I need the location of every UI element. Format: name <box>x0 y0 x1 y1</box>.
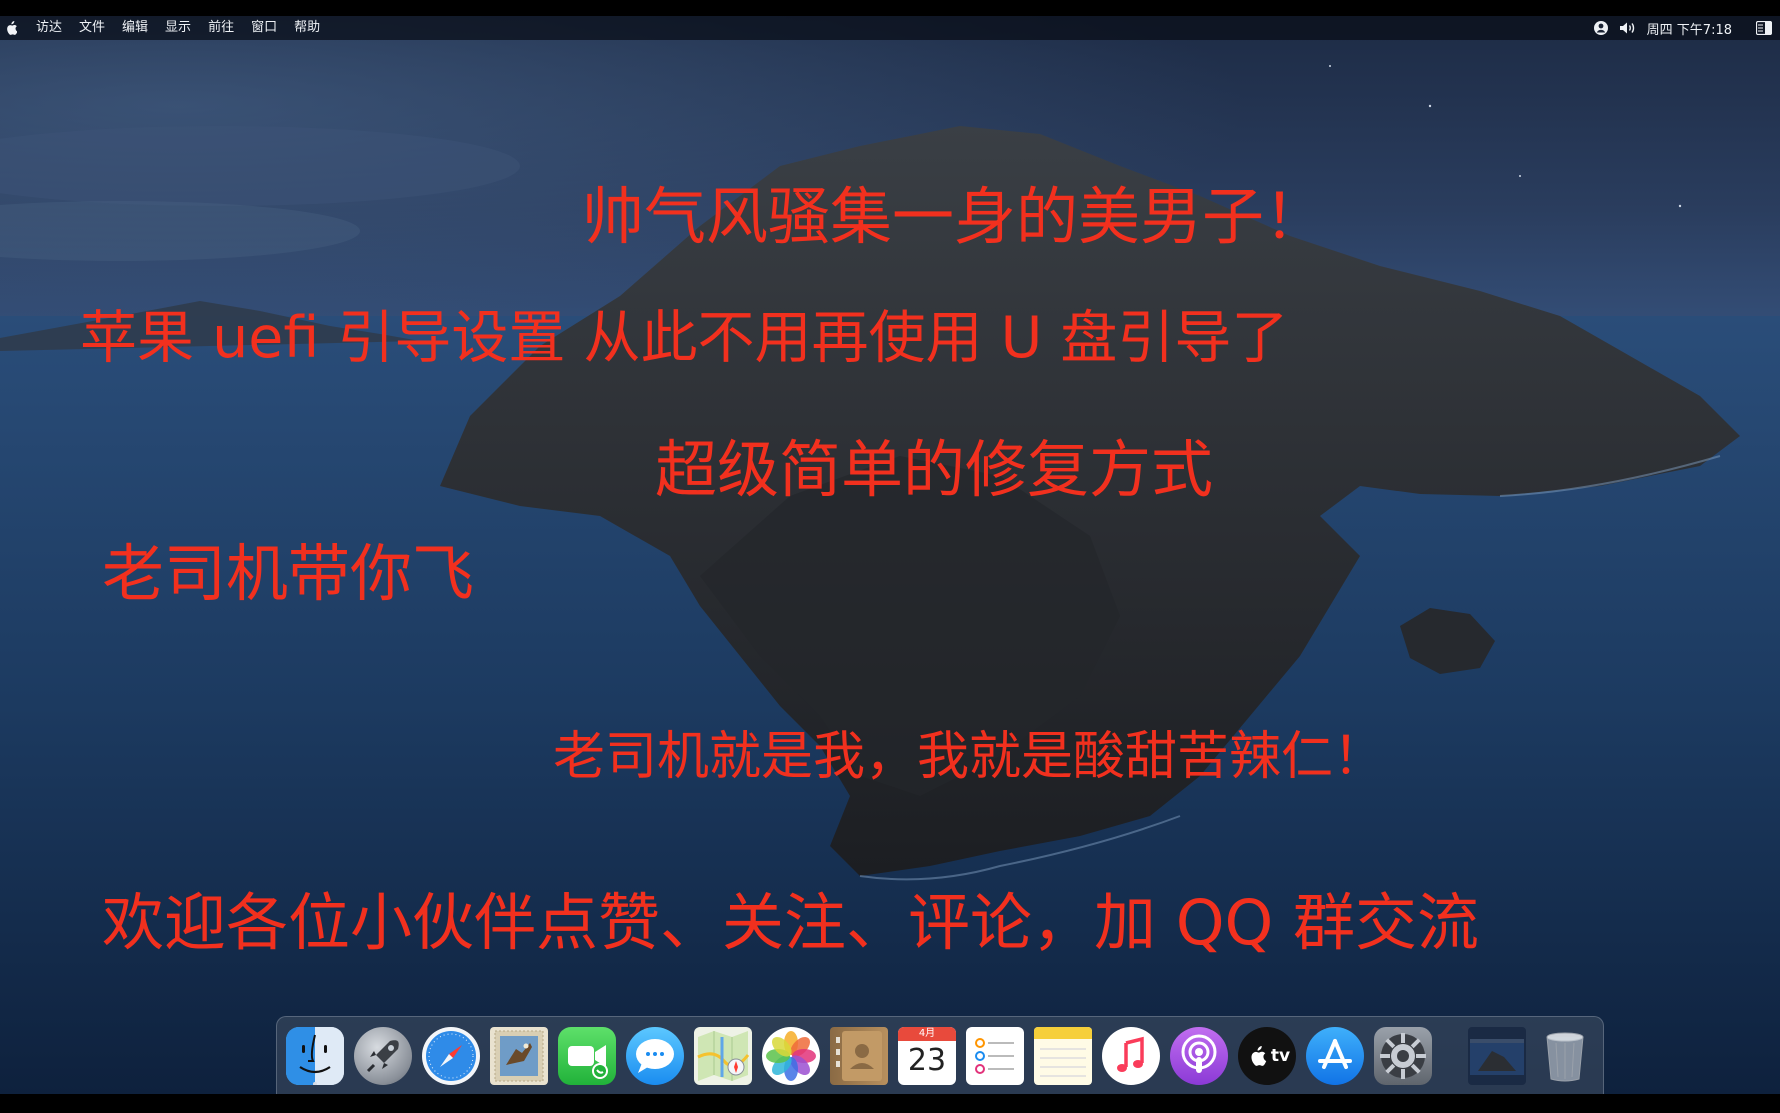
caption-line-4: 老司机带你飞 <box>102 537 475 610</box>
dock-facetime[interactable] <box>558 1026 616 1085</box>
map-icon <box>697 1030 750 1081</box>
dock-contacts[interactable] <box>830 1026 888 1085</box>
caption-line-6: 欢迎各位小伙伴点赞、关注、评论，加 QQ 群交流 <box>102 886 1480 959</box>
dock-finder[interactable] <box>286 1026 344 1085</box>
dock-photos[interactable] <box>762 1026 820 1085</box>
dock-desktop-thumbnail[interactable] <box>1468 1026 1526 1085</box>
dock-reminders[interactable] <box>966 1026 1024 1085</box>
dock-launchpad[interactable] <box>354 1026 412 1085</box>
dock-music[interactable] <box>1102 1026 1160 1085</box>
rocket-icon <box>366 1039 399 1072</box>
menu-help[interactable]: 帮助 <box>294 16 320 40</box>
caption-line-3: 超级简单的修复方式 <box>655 433 1214 506</box>
menu-finder[interactable]: 访达 <box>36 16 62 40</box>
dock-app-store[interactable] <box>1306 1026 1364 1085</box>
dock-notes[interactable] <box>1034 1026 1092 1085</box>
volume-icon[interactable] <box>1619 21 1637 35</box>
dock-calendar[interactable]: 4月 23 <box>898 1026 956 1085</box>
app-store-icon <box>1318 1038 1352 1069</box>
dock-apple-tv[interactable]: tv <box>1238 1026 1296 1085</box>
checklist-icon <box>975 1037 1014 1074</box>
user-switch-icon[interactable] <box>1593 20 1609 36</box>
dock-mail[interactable] <box>490 1026 548 1085</box>
dock-maps[interactable] <box>694 1026 752 1085</box>
notification-center-icon[interactable] <box>1756 21 1772 35</box>
menu-view[interactable]: 显示 <box>165 16 191 40</box>
dock-messages[interactable] <box>626 1026 684 1085</box>
screen: 访达 文件 编辑 显示 前往 窗口 帮助 周四 下午7:18 帅气风骚集一身的美… <box>0 0 1780 1113</box>
trash-icon <box>1546 1032 1584 1081</box>
dock-safari[interactable] <box>422 1026 480 1085</box>
eagle-stamp-icon <box>494 1030 544 1081</box>
running-indicator <box>313 1081 317 1085</box>
window-thumbnail-icon <box>1470 1038 1524 1075</box>
menu-window[interactable]: 窗口 <box>251 16 277 40</box>
menu-clock[interactable]: 周四 下午7:18 <box>1647 19 1732 38</box>
menu-extras: 周四 下午7:18 <box>1593 16 1780 40</box>
caption-line-5: 老司机就是我，我就是酸甜苦辣仁！ <box>553 727 1386 787</box>
dock-trash[interactable] <box>1536 1027 1594 1085</box>
menu-edit[interactable]: 编辑 <box>122 16 148 40</box>
speech-bubble-icon <box>636 1038 674 1073</box>
caption-line-1: 帅气风骚集一身的美男子！ <box>582 180 1327 253</box>
dock-system-preferences[interactable] <box>1374 1026 1432 1085</box>
flower-icon <box>766 1030 816 1081</box>
dock: 4月 23 tv <box>276 1016 1604 1094</box>
notepad-icon <box>1034 1026 1092 1077</box>
dock-podcasts[interactable] <box>1170 1026 1228 1085</box>
calendar-day: 23 <box>907 1042 947 1078</box>
menu-file[interactable]: 文件 <box>79 16 105 40</box>
finder-icon <box>286 1026 344 1085</box>
gear-icon <box>1380 1032 1426 1079</box>
music-note-icon <box>1105 1029 1157 1082</box>
caption-line-2: 苹果 uefi 引导设置 从此不用再使用 U 盘引导了 <box>80 305 1289 371</box>
apple-tv-label: tv <box>1270 1045 1291 1066</box>
video-camera-icon <box>568 1044 608 1079</box>
tv-icon <box>1251 1045 1267 1066</box>
address-book-icon <box>836 1030 882 1081</box>
podcast-icon <box>1181 1034 1217 1073</box>
screen-bottom-border <box>0 1094 1780 1113</box>
menu-go[interactable]: 前往 <box>208 16 234 40</box>
menu-bar: 访达 文件 编辑 显示 前往 窗口 帮助 周四 下午7:18 <box>0 16 1780 40</box>
compass-icon <box>426 1030 476 1081</box>
apple-logo-icon[interactable] <box>4 20 18 36</box>
calendar-month: 4月 <box>898 1026 956 1041</box>
